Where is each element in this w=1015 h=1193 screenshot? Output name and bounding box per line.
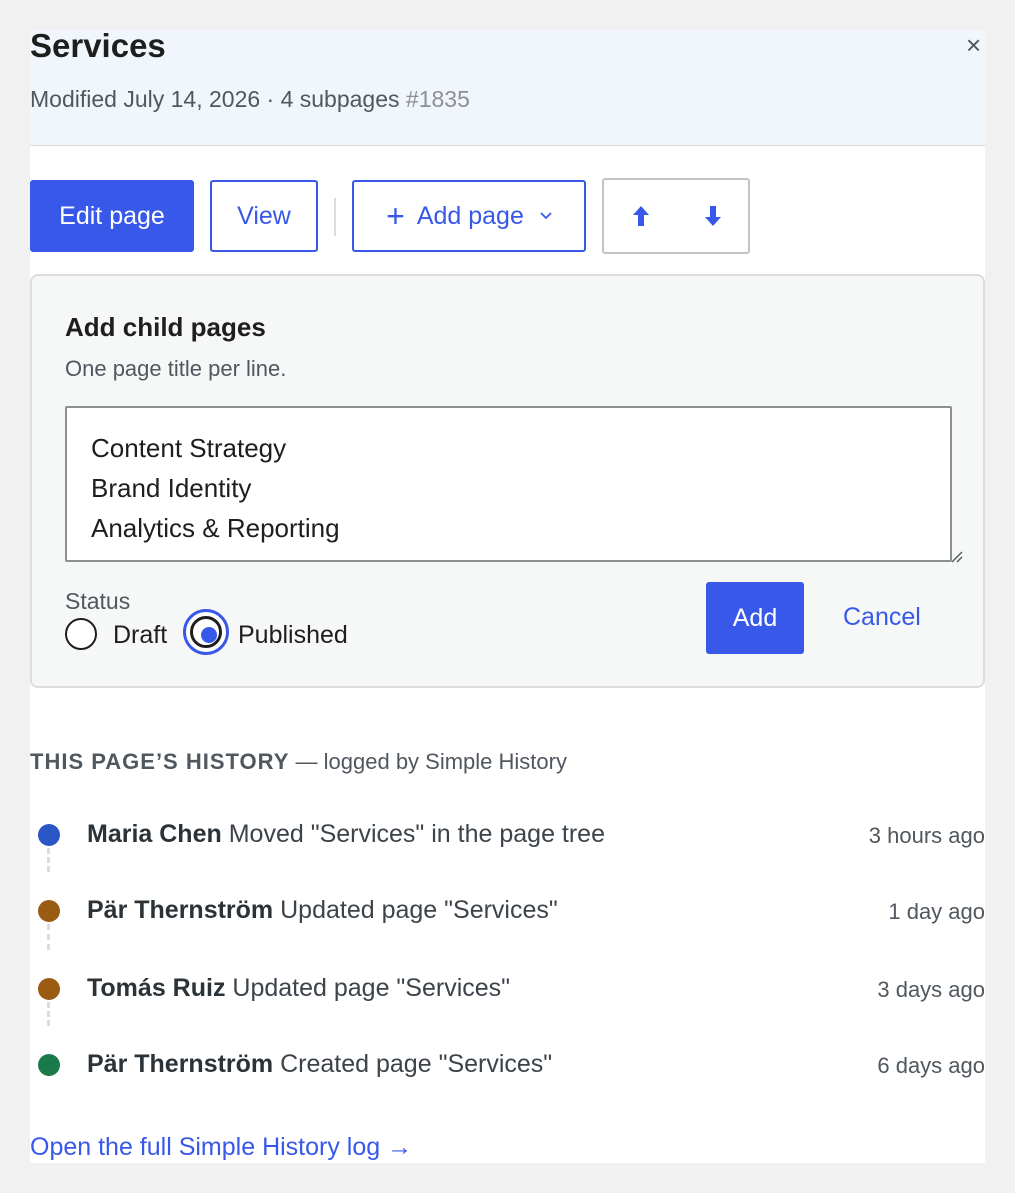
history-heading: This page’s history — logged by Simple H… (30, 748, 567, 776)
event-action: Moved "Services" in the page tree (221, 820, 605, 848)
add-child-pages-box: Add child pages One page title per line.… (30, 274, 985, 688)
chevron-down-icon (540, 212, 552, 219)
add-child-pages-help: One page title per line. (65, 356, 287, 381)
move-buttons-group (602, 178, 750, 254)
plus-icon: + (386, 198, 405, 234)
status-label: Status (65, 588, 131, 614)
event-dot-icon (38, 1054, 60, 1076)
status-published-radio[interactable] (183, 609, 229, 655)
status-draft-label[interactable]: Draft (113, 621, 167, 649)
modified-info: Modified July 14, 2026 · 4 subpages (30, 86, 400, 112)
page-title: Services (30, 27, 166, 64)
radio-selected-dot (201, 627, 217, 643)
event-action: Created page "Services" (273, 1050, 553, 1078)
resize-handle-icon[interactable] (949, 549, 963, 563)
event-description: Tomás Ruiz Updated page "Services" (87, 973, 510, 1003)
history-event: Pär Thernström Created page "Services" 6 … (30, 1046, 985, 1086)
event-description: Pär Thernström Updated page "Services" (87, 895, 558, 925)
event-action: Updated page "Services" (273, 896, 558, 924)
add-child-pages-title: Add child pages (65, 312, 266, 342)
add-page-label: Add page (416, 201, 524, 230)
add-child-pages-button[interactable]: Add (706, 582, 804, 654)
event-user[interactable]: Pär Thernström (87, 1050, 273, 1078)
history-event: Tomás Ruiz Updated page "Services" 3 days… (30, 970, 985, 1010)
event-description: Pär Thernström Created page "Services" (87, 1049, 552, 1079)
add-page-button[interactable]: + Add page (352, 180, 586, 252)
event-time: 1 day ago (888, 899, 985, 924)
page-panel: Services Modified July 14, 2026 · 4 subp… (30, 27, 985, 1163)
event-user[interactable]: Maria Chen (87, 820, 222, 848)
page-titles-textarea[interactable]: Content Strategy Brand Identity Analytic… (65, 406, 952, 562)
close-icon[interactable]: × (966, 32, 981, 58)
edit-page-button[interactable]: Edit page (30, 180, 194, 252)
page-meta: Modified July 14, 2026 · 4 subpages #183… (30, 85, 470, 113)
event-dot-icon (38, 978, 60, 1000)
toolbar-separator (334, 198, 336, 236)
cancel-link[interactable]: Cancel (843, 603, 921, 631)
status-published-label[interactable]: Published (238, 621, 348, 649)
event-description: Maria Chen Moved "Services" in the page … (87, 819, 605, 849)
event-user[interactable]: Tomás Ruiz (87, 974, 225, 1002)
event-user[interactable]: Pär Thernström (87, 896, 273, 924)
event-action: Updated page "Services" (225, 974, 511, 1002)
event-time: 3 hours ago (868, 823, 985, 848)
page-id: #1835 (405, 86, 470, 112)
event-time: 6 days ago (877, 1053, 985, 1078)
radio-inner (190, 616, 222, 648)
event-time: 3 days ago (877, 977, 985, 1002)
panel-header: Services Modified July 14, 2026 · 4 subp… (30, 27, 985, 146)
view-button[interactable]: View (210, 180, 318, 252)
history-event: Pär Thernström Updated page "Services" 1 … (30, 892, 985, 932)
history-heading-title: This page’s history (30, 749, 290, 774)
arrow-up-icon[interactable] (628, 202, 654, 230)
history-heading-subtitle: — logged by Simple History (289, 749, 567, 774)
arrow-down-icon[interactable] (700, 202, 726, 230)
event-dot-icon (38, 900, 60, 922)
status-draft-radio[interactable] (65, 618, 97, 650)
history-event: Maria Chen Moved "Services" in the page … (30, 816, 985, 856)
event-dot-icon (38, 824, 60, 846)
full-history-log-link[interactable]: Open the full Simple History log → (30, 1132, 412, 1162)
